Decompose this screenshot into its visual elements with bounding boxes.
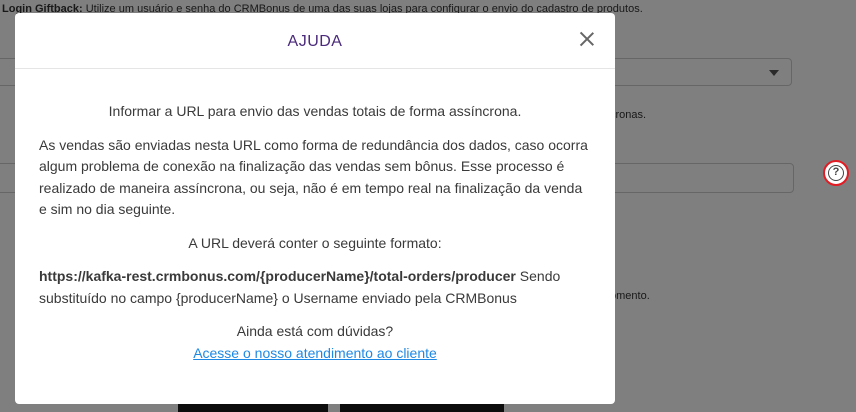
modal-title: AJUDA <box>287 33 343 50</box>
close-icon[interactable] <box>579 31 595 47</box>
question-icon: ? <box>828 165 844 181</box>
doubts-block: Ainda está com dúvidas? Acesse o nosso a… <box>39 321 591 364</box>
format-url: https://kafka-rest.crmbonus.com/{produce… <box>39 268 516 284</box>
intro-text: Informar a URL para envio das vendas tot… <box>108 103 522 119</box>
description-text: As vendas são enviadas nesta URL como fo… <box>39 136 588 218</box>
help-button[interactable]: ? <box>823 160 849 186</box>
modal-body: Informar a URL para envio das vendas tot… <box>15 101 615 364</box>
doubts-text: Ainda está com dúvidas? <box>236 323 394 339</box>
help-modal: AJUDA Informar a URL para envio das vend… <box>15 13 615 404</box>
format-text: https://kafka-rest.crmbonus.com/{produce… <box>39 266 591 309</box>
format-title: A URL deverá conter o seguinte formato: <box>188 234 442 251</box>
support-link[interactable]: Acesse o nosso atendimento ao cliente <box>193 345 437 361</box>
modal-header: AJUDA <box>15 13 615 69</box>
